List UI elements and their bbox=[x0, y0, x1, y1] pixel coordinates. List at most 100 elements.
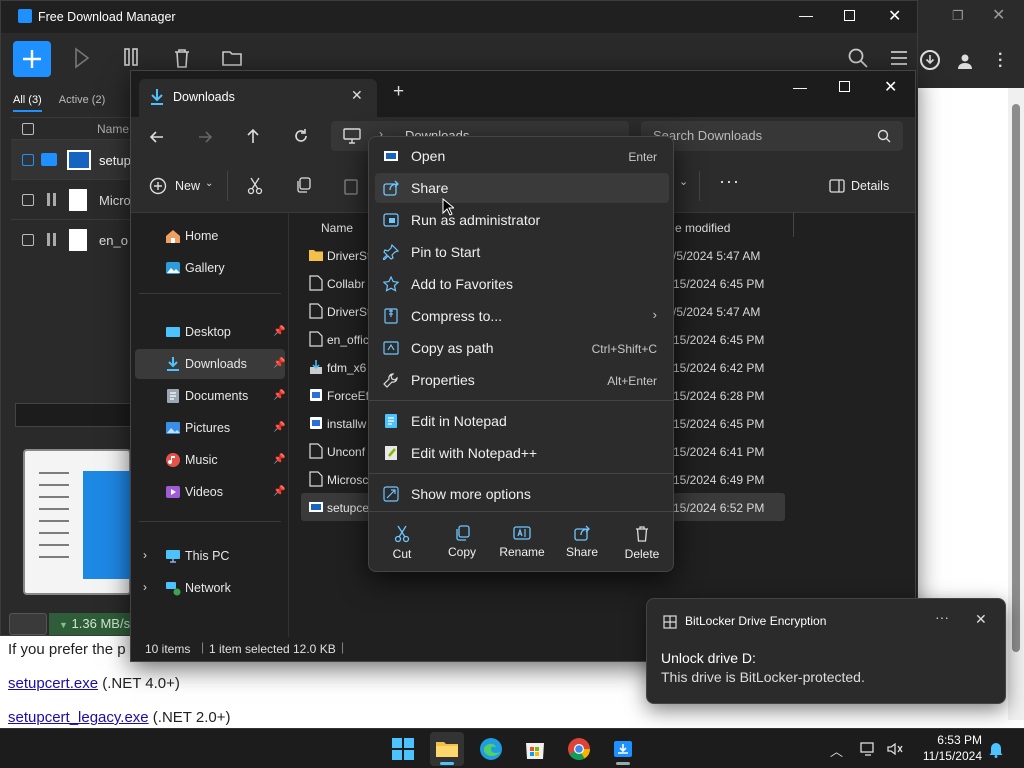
pin-icon[interactable]: 📌 bbox=[273, 454, 285, 465]
setupcert-link[interactable]: setupcert.exe bbox=[8, 675, 98, 692]
fdm-row-checkbox[interactable] bbox=[22, 234, 34, 246]
fdm-add-button[interactable] bbox=[13, 41, 51, 77]
explorer-close-icon[interactable]: ✕ bbox=[884, 77, 897, 97]
menu-item-edit-in-notepad[interactable]: Edit in Notepad bbox=[375, 406, 669, 436]
sidebar-item-music[interactable]: Music 📌 bbox=[135, 445, 285, 475]
link-note: (.NET 4.0+) bbox=[98, 675, 180, 692]
forward-icon[interactable] bbox=[197, 129, 213, 145]
taskbar-fdm[interactable] bbox=[606, 732, 640, 766]
sidebar-item-this-pc[interactable]: › This PC bbox=[135, 541, 285, 571]
tray-network-icon[interactable] bbox=[860, 741, 878, 757]
refresh-icon[interactable] bbox=[293, 128, 309, 144]
new-button[interactable]: New ⌄ bbox=[143, 175, 215, 197]
taskbar-file-explorer[interactable] bbox=[430, 732, 464, 766]
notification-toast[interactable]: BitLocker Drive Encryption ··· ✕ Unlock … bbox=[646, 598, 1006, 704]
search-icon[interactable] bbox=[877, 129, 891, 143]
menu-item-add-to-favorites[interactable]: Add to Favorites bbox=[375, 269, 669, 299]
sidebar-item-gallery[interactable]: Gallery bbox=[135, 253, 285, 283]
fdm-row-checkbox[interactable] bbox=[22, 154, 34, 166]
fdm-download-row[interactable]: en_o bbox=[11, 219, 131, 259]
clock[interactable]: 6:53 PM 11/15/2024 bbox=[912, 733, 982, 763]
fdm-search-icon[interactable] bbox=[847, 47, 869, 69]
fdm-tab-active[interactable]: Active (2) bbox=[59, 94, 105, 106]
menu-item-open[interactable]: Open Enter bbox=[375, 141, 669, 171]
fdm-pause-icon[interactable] bbox=[123, 47, 145, 69]
tray-chevron-up-icon[interactable]: ︿ bbox=[830, 741, 843, 760]
notification-bell-icon[interactable] bbox=[988, 740, 1004, 758]
tab-downloads[interactable]: Downloads ✕ bbox=[139, 79, 377, 117]
browser-scrollbar[interactable] bbox=[1008, 88, 1024, 720]
pin-icon[interactable]: 📌 bbox=[273, 422, 285, 433]
menu-item-pin-to-start[interactable]: Pin to Start bbox=[375, 237, 669, 267]
start-button[interactable] bbox=[386, 732, 420, 766]
copy-icon[interactable] bbox=[295, 177, 311, 193]
fdm-resume-icon[interactable] bbox=[73, 47, 93, 69]
fdm-download-row[interactable]: setupc bbox=[11, 139, 137, 179]
column-header-date[interactable]: e modified bbox=[675, 221, 730, 235]
fdm-delete-icon[interactable] bbox=[172, 47, 192, 69]
pin-icon[interactable]: 📌 bbox=[273, 326, 285, 337]
column-header-name[interactable]: Name bbox=[321, 221, 353, 235]
cut-action-button[interactable]: Cut bbox=[373, 519, 431, 565]
fdm-select-all-checkbox[interactable] bbox=[22, 123, 34, 135]
menu-item-copy-as-path[interactable]: Copy as path Ctrl+Shift+C bbox=[375, 333, 669, 363]
sidebar-item-network[interactable]: › Network bbox=[135, 573, 285, 603]
menu-item-compress-to[interactable]: Compress to... › bbox=[375, 301, 669, 331]
browser-download-icon[interactable] bbox=[920, 50, 940, 70]
explorer-minimize-icon[interactable]: — bbox=[793, 79, 807, 95]
search-box[interactable]: Search Downloads bbox=[641, 121, 903, 151]
explorer-maximize-icon[interactable] bbox=[839, 81, 850, 92]
menu-item-edit-with-notepad[interactable]: Edit with Notepad++ bbox=[375, 438, 669, 468]
fdm-row-checkbox[interactable] bbox=[22, 194, 34, 206]
sidebar-item-desktop[interactable]: Desktop 📌 bbox=[135, 317, 285, 347]
fdm-minimize-icon[interactable]: — bbox=[799, 7, 813, 23]
pin-icon[interactable]: 📌 bbox=[273, 358, 285, 369]
tab-close-icon[interactable]: ✕ bbox=[351, 87, 363, 104]
fdm-folder-icon[interactable] bbox=[221, 48, 243, 68]
sidebar-item-documents[interactable]: Documents 📌 bbox=[135, 381, 285, 411]
fdm-maximize-icon[interactable] bbox=[844, 10, 855, 21]
menu-item-label: Open bbox=[411, 148, 446, 164]
menu-item-run-as-administrator[interactable]: Run as administrator bbox=[375, 205, 669, 235]
copy-action-button[interactable]: Copy bbox=[433, 519, 491, 565]
browser-restore-icon[interactable]: ❐ bbox=[952, 8, 964, 24]
up-icon[interactable] bbox=[245, 128, 261, 144]
menu-item-properties[interactable]: Properties Alt+Enter bbox=[375, 365, 669, 395]
setupcert-legacy-link[interactable]: setupcert_legacy.exe bbox=[8, 709, 149, 726]
chevron-right-icon[interactable]: › bbox=[143, 548, 147, 562]
browser-close-icon[interactable]: ✕ bbox=[992, 5, 1005, 25]
menu-item-show-more-options[interactable]: Show more options bbox=[375, 479, 669, 509]
new-tab-icon[interactable]: + bbox=[393, 82, 404, 101]
delete-action-button[interactable]: Delete bbox=[613, 519, 671, 565]
chevron-right-icon[interactable]: › bbox=[143, 580, 147, 594]
fdm-download-row[interactable]: Micro bbox=[11, 179, 131, 219]
pin-icon[interactable]: 📌 bbox=[273, 390, 285, 401]
back-icon[interactable] bbox=[149, 129, 165, 145]
fdm-close-icon[interactable]: ✕ bbox=[888, 6, 901, 26]
taskbar-store[interactable] bbox=[518, 732, 552, 766]
sidebar-item-home[interactable]: Home bbox=[135, 221, 285, 251]
sidebar-item-videos[interactable]: Videos 📌 bbox=[135, 477, 285, 507]
taskbar-edge[interactable] bbox=[474, 732, 508, 766]
cut-icon[interactable] bbox=[247, 177, 263, 195]
tray-mute-icon[interactable] bbox=[886, 741, 904, 757]
paste-icon[interactable] bbox=[343, 177, 359, 195]
menu-item-share[interactable]: Share bbox=[375, 173, 669, 203]
details-button[interactable]: Details bbox=[827, 177, 911, 197]
cut-icon bbox=[394, 525, 410, 543]
toast-more-icon[interactable]: ··· bbox=[935, 609, 949, 625]
fdm-tab-all[interactable]: All (3) bbox=[13, 94, 42, 112]
toast-close-icon[interactable]: ✕ bbox=[975, 611, 987, 628]
fdm-speed-mode-icon[interactable] bbox=[9, 613, 47, 635]
fdm-menu-icon[interactable] bbox=[889, 49, 909, 67]
browser-profile-icon[interactable] bbox=[956, 52, 974, 70]
browser-menu-icon[interactable]: · · · bbox=[998, 47, 1003, 75]
sort-chevron-icon[interactable]: ⌄ bbox=[679, 175, 688, 188]
pin-icon[interactable]: 📌 bbox=[273, 486, 285, 497]
sidebar-item-downloads[interactable]: Downloads 📌 bbox=[135, 349, 285, 379]
rename-action-button[interactable]: Rename bbox=[493, 519, 551, 565]
sidebar-item-pictures[interactable]: Pictures 📌 bbox=[135, 413, 285, 443]
share-action-button[interactable]: Share bbox=[553, 519, 611, 565]
see-more-icon[interactable]: ··· bbox=[719, 171, 740, 192]
taskbar-chrome[interactable] bbox=[562, 732, 596, 766]
